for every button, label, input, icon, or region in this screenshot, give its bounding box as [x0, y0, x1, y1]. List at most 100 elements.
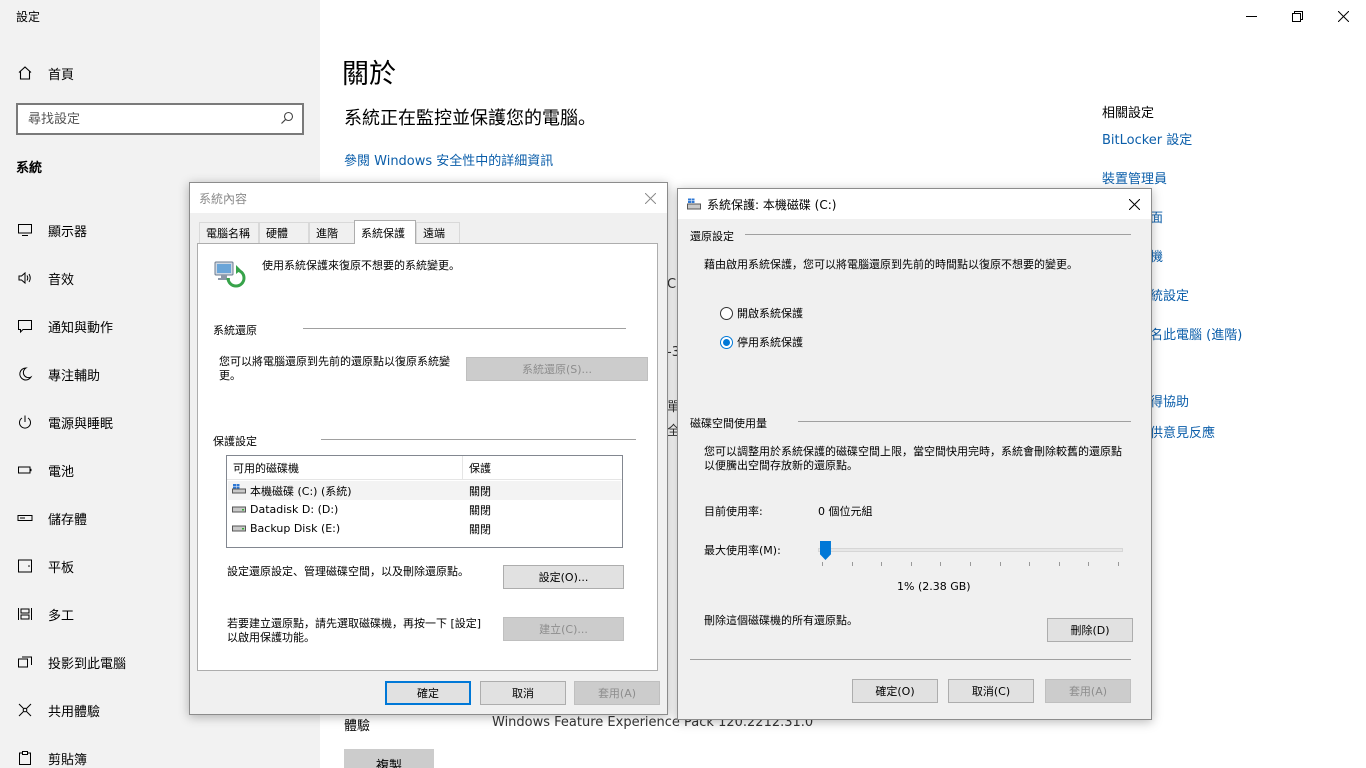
ok-button[interactable]: 確定: [385, 681, 471, 705]
apply-button[interactable]: 套用(A): [1045, 679, 1131, 703]
search-box[interactable]: [16, 103, 304, 135]
slider-tick: [881, 562, 883, 566]
nav-item-label: 平板: [48, 560, 75, 576]
group-divider: [745, 234, 1131, 235]
close-icon: [644, 192, 656, 204]
tab-remote[interactable]: 遠端: [416, 222, 460, 243]
rename-pc-link[interactable]: 名此電腦 (進階): [1150, 324, 1242, 343]
slider-tick: [822, 562, 823, 566]
radio-turn-on-protection[interactable]: 開啟系統保護: [720, 305, 803, 321]
drive-name: Datadisk D: (D:): [250, 503, 339, 516]
clipboard-icon: [0, 750, 48, 766]
slider-tick: [1058, 562, 1060, 566]
radio-label: 停用系統保護: [737, 336, 803, 349]
slider-tick: [1029, 562, 1031, 566]
restore-button[interactable]: [1274, 0, 1320, 32]
nav-item-label: 共用體驗: [48, 704, 101, 720]
slider-track[interactable]: [818, 548, 1123, 552]
dialog-close-button[interactable]: [1117, 189, 1151, 219]
copy-button[interactable]: 複製: [344, 749, 434, 768]
get-help-link[interactable]: 得協助: [1150, 391, 1189, 410]
delete-button[interactable]: 刪除(D): [1047, 618, 1133, 642]
restore-settings-group-label: 還原設定: [690, 230, 734, 243]
configure-description: 設定還原設定、管理磁碟空間，以及刪除還原點。: [227, 565, 469, 578]
advanced-system-settings-link[interactable]: 統設定: [1150, 285, 1189, 304]
speaker-icon: [0, 270, 48, 286]
drive-row[interactable]: Datadisk D: (D:) 關閉: [228, 500, 621, 519]
nav-home[interactable]: 首頁: [0, 56, 320, 90]
tab-advanced[interactable]: 進階: [309, 222, 355, 243]
nav-item-label: 電源與睡眠: [48, 416, 114, 432]
nav-item-label: 音效: [48, 272, 75, 288]
cancel-button[interactable]: 取消(C): [948, 679, 1034, 703]
experience-label: 體驗: [344, 719, 371, 734]
protection-status: 系統正在監控並保護您的電腦。: [344, 108, 596, 129]
battery-icon: [0, 462, 48, 478]
drive-row[interactable]: 本機磁碟 (C:) (系統) 關閉: [228, 481, 621, 500]
storage-icon: [0, 510, 48, 526]
restore-settings-description: 藉由啟用系統保護，您可以將電腦還原到先前的時間點以復原不想要的變更。: [704, 258, 1078, 271]
app-title: 設定: [16, 10, 41, 24]
current-usage-value: 0 個位元組: [818, 505, 873, 518]
group-divider: [321, 439, 636, 440]
group-divider: [303, 328, 626, 329]
system-restore-button[interactable]: 系統還原(S)...: [466, 357, 648, 381]
security-details-link[interactable]: 參閱 Windows 安全性中的詳細資訊: [344, 150, 553, 169]
tab-computer-name[interactable]: 電腦名稱: [199, 222, 259, 243]
cancel-button[interactable]: 取消: [480, 681, 566, 705]
nav-item-clipboard[interactable]: 剪貼簿: [0, 734, 320, 768]
configure-button[interactable]: 設定(O)...: [503, 565, 624, 589]
notification-icon: [0, 318, 48, 334]
radio-button[interactable]: [720, 306, 733, 320]
nav-item-label: 投影到此電腦: [48, 656, 127, 672]
nav-item-label: 電池: [48, 464, 75, 480]
search-icon[interactable]: [280, 110, 294, 129]
create-description: 若要建立還原點，請先選取磁碟機，再按一下 [設定] 以啟用保護功能。: [227, 617, 482, 644]
page-title: 關於: [342, 59, 396, 90]
drive-icon: [232, 522, 250, 535]
radio-button-selected[interactable]: [720, 335, 733, 349]
dialog-titlebar: 系統內容: [190, 183, 667, 213]
drive-row[interactable]: Backup Disk (E:) 關閉: [228, 519, 621, 538]
slider-tick: [999, 562, 1001, 566]
drive-protection-status: 關閉: [469, 522, 491, 536]
apply-button[interactable]: 套用(A): [574, 681, 660, 705]
tab-system-protection[interactable]: 系統保護: [354, 220, 416, 244]
minimize-button[interactable]: [1228, 0, 1274, 32]
device-manager-link[interactable]: 裝置管理員: [1102, 168, 1167, 187]
system-drive-icon: [232, 484, 250, 497]
close-button[interactable]: [1320, 0, 1366, 32]
restore-icon: [1291, 10, 1303, 22]
disk-usage-description: 您可以調整用於系統保護的磁碟空間上限，當空間快用完時，系統會刪除較舊的還原點以便…: [704, 445, 1122, 472]
create-button[interactable]: 建立(C)...: [503, 617, 624, 641]
restore-description: 您可以將電腦還原到先前的還原點以復原系統變更。: [219, 355, 450, 382]
slider-tick: [910, 562, 912, 566]
dialog-close-button[interactable]: [633, 183, 667, 213]
column-header-protection[interactable]: 保護: [463, 456, 622, 480]
drive-list[interactable]: 可用的磁碟機 保護 本機磁碟 (C:) (系統) 關閉 Datadisk D: …: [226, 455, 623, 548]
ok-button[interactable]: 確定(O): [852, 679, 938, 703]
project-icon: [0, 654, 48, 670]
footer-divider: [690, 659, 1131, 660]
protection-intro-text: 使用系統保護來復原不想要的系統變更。: [262, 259, 460, 272]
nav-item-label: 儲存體: [48, 512, 88, 528]
related-settings-title: 相關設定: [1102, 106, 1155, 121]
disk-usage-group-label: 磁碟空間使用量: [690, 417, 767, 430]
drive-protection-status: 關閉: [469, 503, 491, 517]
give-feedback-link[interactable]: 供意見反應: [1150, 422, 1215, 441]
close-icon: [1337, 10, 1349, 22]
search-input[interactable]: [28, 111, 280, 127]
tab-hardware[interactable]: 硬體: [259, 222, 309, 243]
column-header-drive[interactable]: 可用的磁碟機: [227, 456, 463, 480]
radio-disable-protection[interactable]: 停用系統保護: [720, 334, 803, 350]
system-drive-icon: [687, 198, 701, 210]
shared-experience-icon: [0, 702, 48, 718]
slider-tick: [851, 562, 853, 566]
system-protection-icon: [212, 256, 246, 294]
close-icon: [1128, 198, 1140, 210]
max-usage-value: 1% (2.38 GB): [897, 580, 971, 593]
slider-tick: [940, 562, 942, 566]
radio-label: 開啟系統保護: [737, 307, 803, 320]
bitlocker-link[interactable]: BitLocker 設定: [1102, 129, 1192, 148]
slider-tick: [970, 562, 971, 566]
